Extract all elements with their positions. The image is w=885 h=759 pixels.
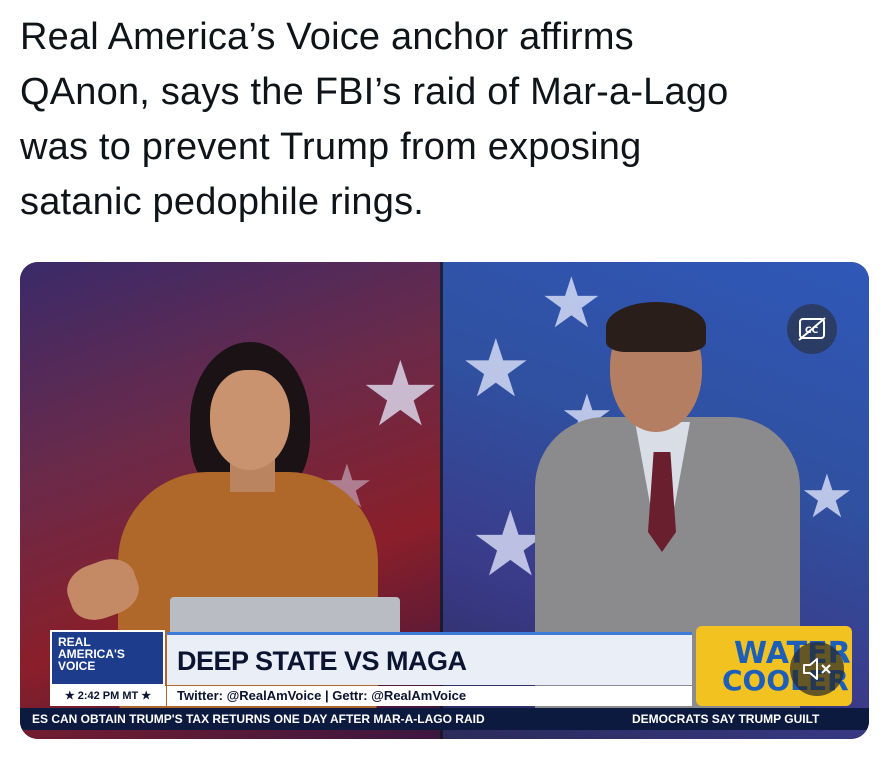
ticker-item: ES CAN OBTAIN TRUMP'S TAX RETURNS ONE DA…: [32, 712, 485, 726]
network-logo-line: VOICE: [58, 659, 96, 673]
chyron-time: ★ 2:42 PM MT ★: [50, 686, 166, 706]
chyron-headline: DEEP STATE VS MAGA: [167, 632, 692, 685]
speaker-muted-icon: [803, 658, 831, 680]
ticker-item: DEMOCRATS SAY TRUMP GUILT: [632, 712, 820, 726]
tweet-text-line: was to prevent Trump from exposing: [20, 126, 642, 168]
anchor-man-hair: [606, 302, 706, 352]
anchor-woman-face: [210, 370, 290, 470]
chyron-headline-text: DEEP STATE VS MAGA: [177, 646, 467, 676]
star-decoration: ★: [540, 262, 603, 344]
video-player[interactable]: ★ ★ ★ ★ ★ ★ ★ CC REAL AMERICA'S VOICE DE…: [20, 262, 869, 739]
star-decoration: ★: [460, 322, 532, 415]
tweet-text-line: QAnon, says the FBI’s raid of Mar-a-Lago: [20, 71, 729, 113]
star-decoration: ★: [800, 462, 854, 532]
tweet-text: Real America’s Voice anchor affirms QAno…: [20, 10, 870, 230]
mute-button[interactable]: [790, 642, 844, 696]
news-ticker: ES CAN OBTAIN TRUMP'S TAX RETURNS ONE DA…: [20, 708, 869, 730]
chyron-social-handles: Twitter: @RealAmVoice | Gettr: @RealAmVo…: [167, 686, 692, 706]
closed-captions-icon: CC: [798, 317, 826, 341]
laptop: [170, 597, 400, 637]
network-logo: REAL AMERICA'S VOICE: [50, 630, 165, 686]
star-decoration: ★: [360, 342, 441, 447]
tweet-text-line: satanic pedophile rings.: [20, 181, 425, 223]
tweet-text-line: Real America’s Voice anchor affirms: [20, 16, 634, 58]
closed-captions-button[interactable]: CC: [787, 304, 837, 354]
